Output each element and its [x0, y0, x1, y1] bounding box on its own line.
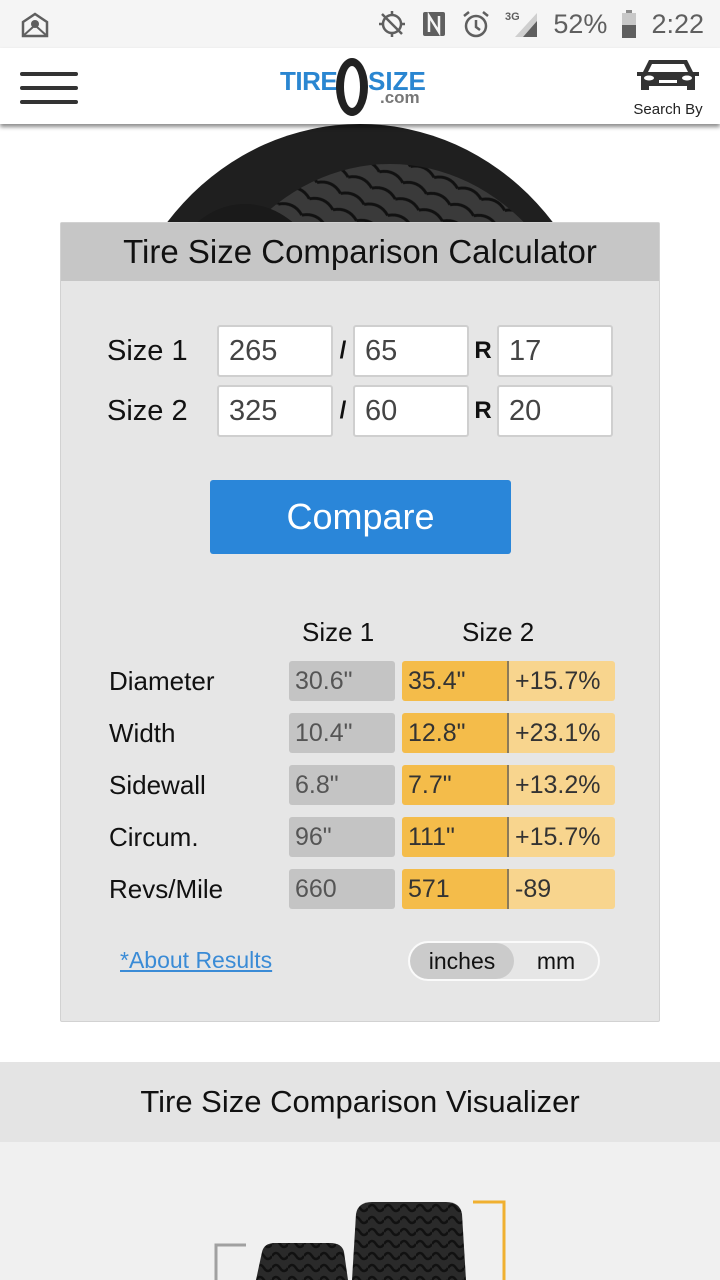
logo-com-text: .com	[380, 88, 420, 107]
calculator-panel: Tire Size Comparison Calculator Size 1 2…	[60, 222, 660, 1022]
size-2-value: 7.7"	[402, 765, 509, 805]
difference-value: +23.1%	[509, 713, 615, 753]
size-1-bracket	[214, 1243, 246, 1280]
alarm-icon	[461, 9, 491, 39]
car-icon	[637, 60, 699, 90]
size-1-value: 96"	[289, 817, 395, 857]
size-2-rim-input[interactable]: 20	[497, 385, 613, 437]
status-bar: 3G 52% 2:22	[0, 0, 720, 48]
svg-text:3G: 3G	[505, 11, 520, 23]
size-2-width-input[interactable]: 325	[217, 385, 333, 437]
size-1-value: 6.8"	[289, 765, 395, 805]
size-2-value: 12.8"	[402, 713, 509, 753]
clock: 2:22	[651, 8, 704, 39]
compare-button[interactable]: Compare	[210, 480, 511, 554]
result-row-diameter: Diameter 30.6" 35.4" +15.7%	[109, 661, 619, 701]
unit-option-inches[interactable]: inches	[410, 943, 514, 979]
about-results-link[interactable]: *About Results	[120, 947, 272, 974]
results-header-size-1: Size 1	[302, 617, 375, 647]
size-1-label: Size 1	[107, 334, 188, 367]
size-1-value: 660	[289, 869, 395, 909]
nfc-icon	[421, 10, 447, 38]
size-2-tire-image	[352, 1202, 466, 1280]
difference-value: +15.7%	[509, 661, 615, 701]
size-2-value: 35.4"	[402, 661, 509, 701]
difference-value: -89	[509, 869, 615, 909]
size-2-bracket	[473, 1200, 506, 1280]
results-header-size-2: Size 2	[462, 617, 535, 647]
result-label: Width	[109, 718, 176, 748]
result-label: Sidewall	[109, 770, 206, 800]
unit-option-mm[interactable]: mm	[514, 943, 598, 979]
gps-off-icon	[377, 9, 407, 39]
logo-tire-icon	[336, 58, 368, 116]
size-1-value: 30.6"	[289, 661, 395, 701]
search-by-button[interactable]: Search By	[630, 56, 706, 118]
size-2-value: 571	[402, 869, 509, 909]
size-1-rim-input[interactable]: 17	[497, 325, 613, 377]
mail-icon	[20, 12, 50, 43]
size-1-width-input[interactable]: 265	[217, 325, 333, 377]
result-label: Revs/Mile	[109, 874, 224, 904]
size-2-label: Size 2	[107, 394, 188, 427]
size-1-aspect-input[interactable]: 65	[353, 325, 469, 377]
result-row-revs-per-mile: Revs/Mile 660 571 -89	[109, 869, 619, 909]
logo-tire-text: TIRE	[280, 66, 338, 96]
size-1-value: 10.4"	[289, 713, 395, 753]
visualizer-title: Tire Size Comparison Visualizer	[0, 1062, 720, 1142]
difference-value: +13.2%	[509, 765, 615, 805]
size-2-aspect-input[interactable]: 60	[353, 385, 469, 437]
slash-separator: /	[339, 397, 347, 424]
rim-separator: R	[474, 337, 492, 364]
search-by-label: Search By	[633, 101, 703, 118]
size-2-row: Size 2 325 / 60 R 20	[107, 385, 613, 437]
slash-separator: /	[339, 337, 347, 364]
size-2-value: 111"	[402, 817, 509, 857]
size-1-tire-image	[256, 1243, 348, 1280]
result-label: Diameter	[109, 666, 215, 696]
battery-percent: 52%	[553, 8, 608, 39]
calculator-title: Tire Size Comparison Calculator	[61, 223, 659, 281]
battery-icon	[621, 9, 637, 39]
size-1-row: Size 1 265 / 65 R 17	[107, 325, 613, 377]
hero-tire-image	[0, 124, 720, 234]
result-label: Circum.	[109, 822, 199, 852]
top-navbar: TIRE SIZE .com Search By	[0, 48, 720, 124]
result-row-sidewall: Sidewall 6.8" 7.7" +13.2%	[109, 765, 619, 805]
rim-separator: R	[474, 397, 492, 424]
result-row-width: Width 10.4" 12.8" +23.1%	[109, 713, 619, 753]
unit-toggle[interactable]: inches mm	[408, 941, 600, 981]
signal-3g-icon: 3G	[505, 9, 539, 39]
hamburger-menu-icon[interactable]	[20, 72, 78, 104]
difference-value: +15.7%	[509, 817, 615, 857]
result-row-circumference: Circum. 96" 111" +15.7%	[109, 817, 619, 857]
tiresize-logo[interactable]: TIRE SIZE .com	[280, 58, 440, 116]
visualizer-area	[0, 1142, 720, 1280]
